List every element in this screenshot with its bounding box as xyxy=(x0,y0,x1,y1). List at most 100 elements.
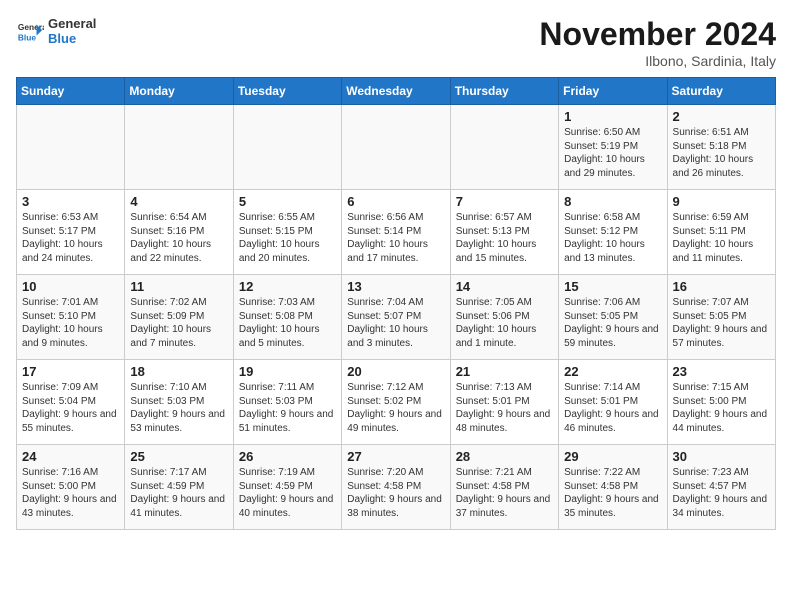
day-number: 4 xyxy=(130,194,227,209)
day-number: 15 xyxy=(564,279,661,294)
day-cell: 16Sunrise: 7:07 AM Sunset: 5:05 PM Dayli… xyxy=(667,275,775,360)
week-row-4: 17Sunrise: 7:09 AM Sunset: 5:04 PM Dayli… xyxy=(17,360,776,445)
header-wednesday: Wednesday xyxy=(342,78,450,105)
day-cell: 3Sunrise: 6:53 AM Sunset: 5:17 PM Daylig… xyxy=(17,190,125,275)
day-cell: 26 Sunrise: 7:19 AM Sunset: 4:59 PM Dayli… xyxy=(233,445,341,530)
page-header: General Blue General Blue November 2024 … xyxy=(16,16,776,69)
day-number: 30 xyxy=(673,449,770,464)
logo: General Blue General Blue xyxy=(16,16,96,46)
day-cell: 10 Sunrise: 7:01 AM Sunset: 5:10 PM Dayli… xyxy=(17,275,125,360)
day-cell: 15 Sunrise: 7:06 AM Sunset: 5:05 PM Dayli… xyxy=(559,275,667,360)
header-thursday: Thursday xyxy=(450,78,558,105)
header-saturday: Saturday xyxy=(667,78,775,105)
day-cell: 14 Sunrise: 7:05 AM Sunset: 5:06 PM Dayli… xyxy=(450,275,558,360)
day-info: Sunrise: 7:03 AM Sunset: 5:08 PM Dayligh… xyxy=(239,296,336,350)
day-number: 13 xyxy=(347,279,444,294)
day-info: Sunrise: 7:19 AM Sunset: 4:59 PM Dayligh… xyxy=(239,466,336,520)
day-info: Sunrise: 7:01 AM Sunset: 5:10 PM Dayligh… xyxy=(22,296,119,350)
month-title: November 2024 xyxy=(539,16,776,53)
day-info: Sunrise: 6:59 AM Sunset: 5:11 PM Dayligh… xyxy=(673,211,770,265)
day-number: 21 xyxy=(456,364,553,379)
day-info: Sunrise: 7:14 AM Sunset: 5:01 PM Dayligh… xyxy=(564,381,661,435)
day-number: 10 xyxy=(22,279,119,294)
day-info: Sunrise: 6:58 AM Sunset: 5:12 PM Dayligh… xyxy=(564,211,661,265)
day-info: Sunrise: 7:05 AM Sunset: 5:06 PM Dayligh… xyxy=(456,296,553,350)
day-info: Sunrise: 7:13 AM Sunset: 5:01 PM Dayligh… xyxy=(456,381,553,435)
day-info: Sunrise: 7:15 AM Sunset: 5:00 PM Dayligh… xyxy=(673,381,770,435)
day-info: Sunrise: 7:06 AM Sunset: 5:05 PM Dayligh… xyxy=(564,296,661,350)
day-info: Sunrise: 7:20 AM Sunset: 4:58 PM Dayligh… xyxy=(347,466,444,520)
calendar-body: 1Sunrise: 6:50 AM Sunset: 5:19 PM Daylig… xyxy=(17,105,776,530)
day-info: Sunrise: 7:22 AM Sunset: 4:58 PM Dayligh… xyxy=(564,466,661,520)
week-row-1: 1Sunrise: 6:50 AM Sunset: 5:19 PM Daylig… xyxy=(17,105,776,190)
day-cell: 28 Sunrise: 7:21 AM Sunset: 4:58 PM Dayli… xyxy=(450,445,558,530)
calendar-table: SundayMondayTuesdayWednesdayThursdayFrid… xyxy=(16,77,776,530)
title-block: November 2024 Ilbono, Sardinia, Italy xyxy=(539,16,776,69)
day-cell: 7 Sunrise: 6:57 AM Sunset: 5:13 PM Daylig… xyxy=(450,190,558,275)
day-cell: 21 Sunrise: 7:13 AM Sunset: 5:01 PM Dayli… xyxy=(450,360,558,445)
day-cell: 13Sunrise: 7:04 AM Sunset: 5:07 PM Dayli… xyxy=(342,275,450,360)
day-number: 12 xyxy=(239,279,336,294)
day-info: Sunrise: 7:16 AM Sunset: 5:00 PM Dayligh… xyxy=(22,466,119,520)
day-number: 28 xyxy=(456,449,553,464)
day-cell: 27 Sunrise: 7:20 AM Sunset: 4:58 PM Dayli… xyxy=(342,445,450,530)
day-cell xyxy=(233,105,341,190)
day-cell: 19Sunrise: 7:11 AM Sunset: 5:03 PM Dayli… xyxy=(233,360,341,445)
day-info: Sunrise: 6:51 AM Sunset: 5:18 PM Dayligh… xyxy=(673,126,770,180)
day-cell: 18 Sunrise: 7:10 AM Sunset: 5:03 PM Dayli… xyxy=(125,360,233,445)
day-number: 8 xyxy=(564,194,661,209)
day-cell xyxy=(17,105,125,190)
day-info: Sunrise: 7:07 AM Sunset: 5:05 PM Dayligh… xyxy=(673,296,770,350)
day-number: 26 xyxy=(239,449,336,464)
day-number: 17 xyxy=(22,364,119,379)
day-number: 7 xyxy=(456,194,553,209)
day-info: Sunrise: 7:17 AM Sunset: 4:59 PM Dayligh… xyxy=(130,466,227,520)
day-cell: 8 Sunrise: 6:58 AM Sunset: 5:12 PM Daylig… xyxy=(559,190,667,275)
day-info: Sunrise: 6:50 AM Sunset: 5:19 PM Dayligh… xyxy=(564,126,661,180)
location-subtitle: Ilbono, Sardinia, Italy xyxy=(539,53,776,69)
day-number: 23 xyxy=(673,364,770,379)
day-info: Sunrise: 6:57 AM Sunset: 5:13 PM Dayligh… xyxy=(456,211,553,265)
day-cell: 5Sunrise: 6:55 AM Sunset: 5:15 PM Daylig… xyxy=(233,190,341,275)
day-number: 14 xyxy=(456,279,553,294)
header-monday: Monday xyxy=(125,78,233,105)
day-number: 20 xyxy=(347,364,444,379)
day-number: 19 xyxy=(239,364,336,379)
day-number: 25 xyxy=(130,449,227,464)
day-cell: 11Sunrise: 7:02 AM Sunset: 5:09 PM Dayli… xyxy=(125,275,233,360)
header-sunday: Sunday xyxy=(17,78,125,105)
day-cell: 2Sunrise: 6:51 AM Sunset: 5:18 PM Daylig… xyxy=(667,105,775,190)
day-info: Sunrise: 6:54 AM Sunset: 5:16 PM Dayligh… xyxy=(130,211,227,265)
week-row-5: 24Sunrise: 7:16 AM Sunset: 5:00 PM Dayli… xyxy=(17,445,776,530)
day-cell: 20 Sunrise: 7:12 AM Sunset: 5:02 PM Dayli… xyxy=(342,360,450,445)
day-cell: 6 Sunrise: 6:56 AM Sunset: 5:14 PM Daylig… xyxy=(342,190,450,275)
day-cell: 1Sunrise: 6:50 AM Sunset: 5:19 PM Daylig… xyxy=(559,105,667,190)
logo-blue: Blue xyxy=(48,31,96,46)
day-number: 6 xyxy=(347,194,444,209)
day-number: 18 xyxy=(130,364,227,379)
day-number: 9 xyxy=(673,194,770,209)
day-info: Sunrise: 7:12 AM Sunset: 5:02 PM Dayligh… xyxy=(347,381,444,435)
day-cell: 25 Sunrise: 7:17 AM Sunset: 4:59 PM Dayli… xyxy=(125,445,233,530)
day-cell xyxy=(450,105,558,190)
day-cell: 9 Sunrise: 6:59 AM Sunset: 5:11 PM Daylig… xyxy=(667,190,775,275)
week-row-3: 10 Sunrise: 7:01 AM Sunset: 5:10 PM Dayli… xyxy=(17,275,776,360)
day-number: 27 xyxy=(347,449,444,464)
week-row-2: 3Sunrise: 6:53 AM Sunset: 5:17 PM Daylig… xyxy=(17,190,776,275)
logo-icon: General Blue xyxy=(16,17,44,45)
day-cell: 24Sunrise: 7:16 AM Sunset: 5:00 PM Dayli… xyxy=(17,445,125,530)
day-number: 5 xyxy=(239,194,336,209)
day-number: 29 xyxy=(564,449,661,464)
day-cell: 30Sunrise: 7:23 AM Sunset: 4:57 PM Dayli… xyxy=(667,445,775,530)
day-info: Sunrise: 7:21 AM Sunset: 4:58 PM Dayligh… xyxy=(456,466,553,520)
day-cell: 12 Sunrise: 7:03 AM Sunset: 5:08 PM Dayli… xyxy=(233,275,341,360)
day-info: Sunrise: 7:10 AM Sunset: 5:03 PM Dayligh… xyxy=(130,381,227,435)
day-info: Sunrise: 6:53 AM Sunset: 5:17 PM Dayligh… xyxy=(22,211,119,265)
day-info: Sunrise: 6:56 AM Sunset: 5:14 PM Dayligh… xyxy=(347,211,444,265)
day-cell: 29 Sunrise: 7:22 AM Sunset: 4:58 PM Dayli… xyxy=(559,445,667,530)
day-cell xyxy=(342,105,450,190)
day-cell: 22Sunrise: 7:14 AM Sunset: 5:01 PM Dayli… xyxy=(559,360,667,445)
header-tuesday: Tuesday xyxy=(233,78,341,105)
svg-text:Blue: Blue xyxy=(18,32,36,42)
header-friday: Friday xyxy=(559,78,667,105)
